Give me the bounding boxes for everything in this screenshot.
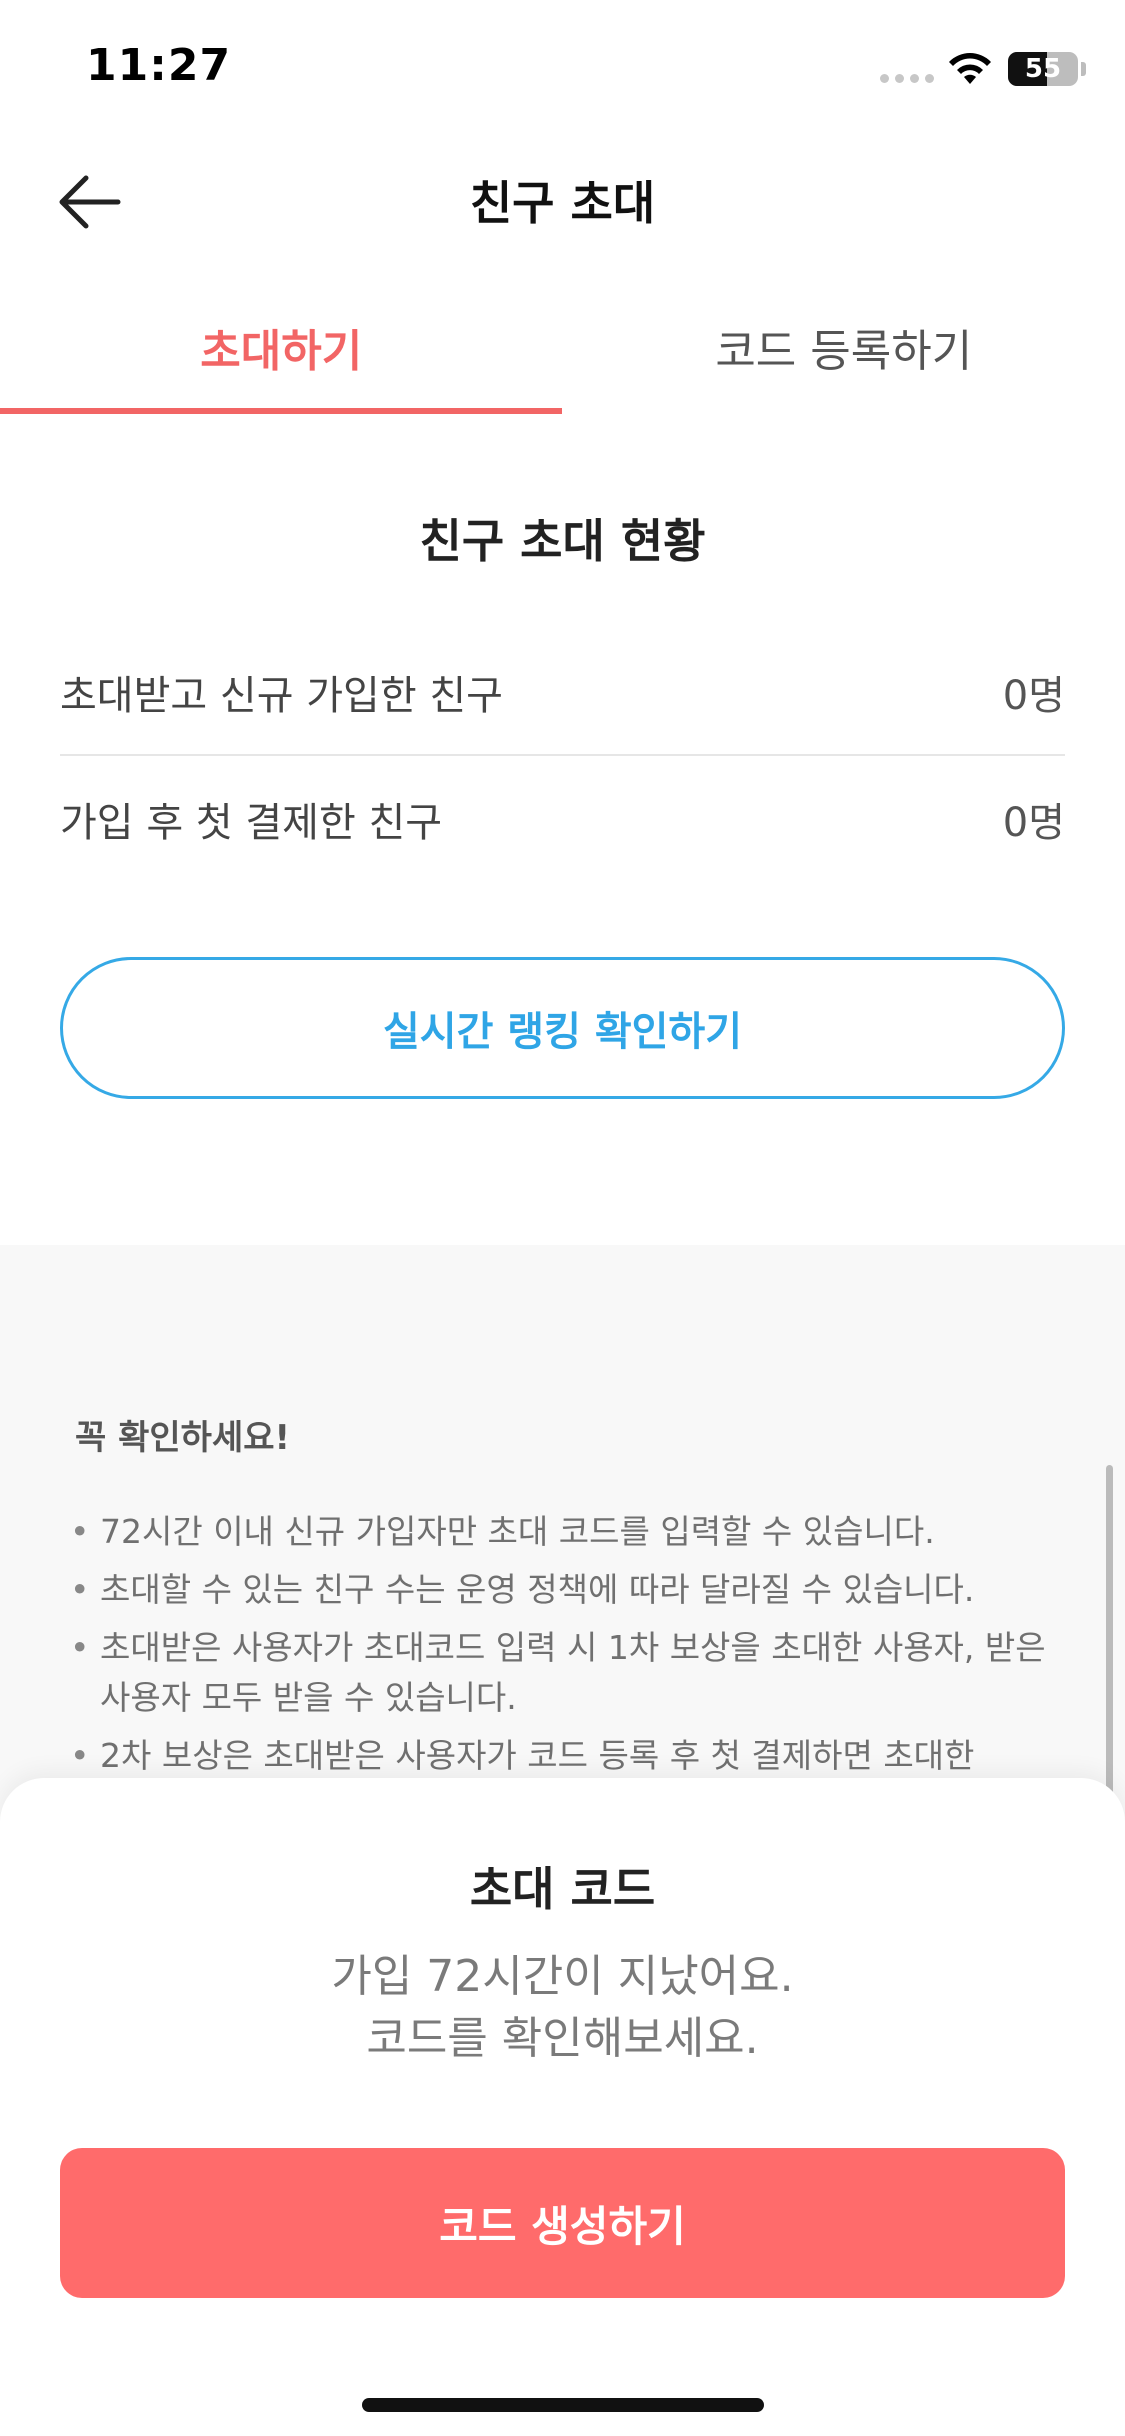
stat-value: 0명 bbox=[1002, 800, 1065, 846]
sheet-title: 초대 코드 bbox=[469, 1862, 656, 1916]
notice-item: 72시간 이내 신규 가입자만 초대 코드를 입력할 수 있습니다. bbox=[70, 1507, 1050, 1557]
battery-icon: 55 bbox=[1008, 52, 1078, 86]
sheet-message: 가입 72시간이 지났어요. 코드를 확인해보세요. bbox=[0, 1946, 1125, 2070]
stat-label: 가입 후 첫 결제한 친구 bbox=[60, 800, 443, 846]
invite-friends-screen: 11:27 55 친구 초대 초대하기 코드 등록하기 친구 초대 현황 초대받… bbox=[0, 0, 1125, 2436]
notice-item: 2차 보상은 초대받은 사용자가 코드 등록 후 첫 결제하면 초대한 bbox=[70, 1731, 1050, 1781]
header: 친구 초대 bbox=[0, 140, 1125, 260]
notice-title: 꼭 확인하세요! bbox=[75, 1418, 291, 1458]
stat-value: 0명 bbox=[1002, 673, 1065, 719]
stat-row-first-payment: 가입 후 첫 결제한 친구 0명 bbox=[60, 756, 1065, 882]
wifi-icon bbox=[949, 53, 991, 84]
cellular-signal-icon bbox=[880, 74, 934, 83]
realtime-ranking-button[interactable]: 실시간 랭킹 확인하기 bbox=[60, 957, 1065, 1099]
notice-item: 초대받은 사용자가 초대코드 입력 시 1차 보상을 초대한 사용자, 받은 사… bbox=[70, 1623, 1050, 1723]
tab-invite[interactable]: 초대하기 bbox=[0, 280, 563, 414]
sheet-message-line: 코드를 확인해보세요. bbox=[366, 2013, 759, 2064]
invite-status-title: 친구 초대 현황 bbox=[419, 514, 706, 568]
invite-code-bottom-sheet: 초대 코드 가입 72시간이 지났어요. 코드를 확인해보세요. 코드 생성하기 bbox=[0, 1778, 1125, 2436]
notice-list: 72시간 이내 신규 가입자만 초대 코드를 입력할 수 있습니다. 초대할 수… bbox=[70, 1507, 1050, 1789]
page-title: 친구 초대 bbox=[469, 176, 656, 230]
tab-register-code[interactable]: 코드 등록하기 bbox=[563, 280, 1125, 414]
scrollbar[interactable] bbox=[1106, 1465, 1113, 1795]
active-tab-indicator bbox=[0, 408, 562, 414]
stat-label: 초대받고 신규 가입한 친구 bbox=[60, 673, 503, 719]
back-button[interactable] bbox=[50, 162, 130, 242]
home-indicator bbox=[362, 2398, 764, 2412]
tab-bar: 초대하기 코드 등록하기 bbox=[0, 280, 1125, 414]
battery-level: 55 bbox=[1024, 54, 1062, 84]
battery-cap bbox=[1081, 62, 1086, 76]
generate-code-button[interactable]: 코드 생성하기 bbox=[60, 2148, 1065, 2298]
notice-item: 초대할 수 있는 친구 수는 운영 정책에 따라 달라질 수 있습니다. bbox=[70, 1565, 1050, 1615]
status-time: 11:27 bbox=[86, 40, 232, 91]
stat-row-signed-up: 초대받고 신규 가입한 친구 0명 bbox=[60, 630, 1065, 756]
status-bar: 11:27 55 bbox=[0, 0, 1125, 140]
sheet-message-line: 가입 72시간이 지났어요. bbox=[331, 1951, 794, 2002]
arrow-left-icon bbox=[59, 175, 121, 229]
